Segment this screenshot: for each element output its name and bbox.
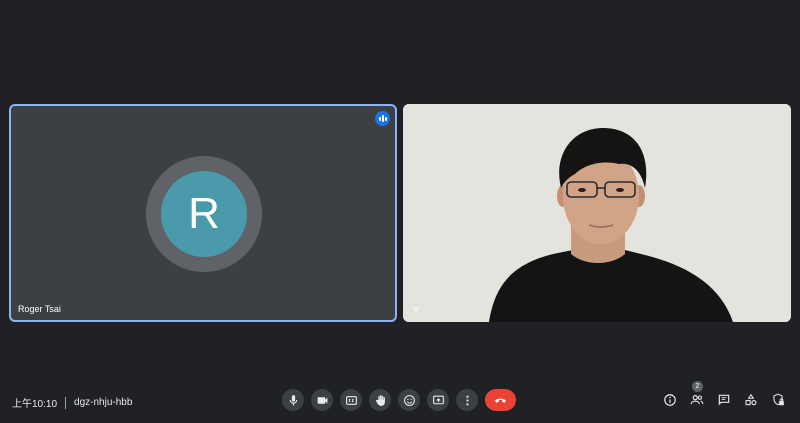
meeting-info: 上午10:10 dgz-nhju-hbb [12,395,132,410]
info-button[interactable] [661,391,679,409]
divider [65,396,67,409]
more-options-icon [465,395,469,405]
microphone-icon [289,394,297,405]
present-screen-icon [432,395,444,404]
more-options-button[interactable] [456,389,478,411]
participant-name: Roger Tsai [18,304,61,314]
meeting-time: 上午10:10 [12,399,58,410]
meeting-code: dgz-nhju-hbb [74,397,133,408]
avatar-ring: R [146,156,262,272]
emoji-icon [403,394,415,406]
avatar: R [161,171,247,257]
participant-tile-video[interactable] [403,104,791,322]
pin-icon[interactable] [411,306,421,316]
info-icon [664,394,676,406]
host-controls-icon [773,393,784,406]
activities-button[interactable] [742,391,760,409]
raise-hand-icon [375,394,385,406]
people-icon [690,395,704,405]
camera-icon [317,396,327,404]
chat-icon [718,394,730,406]
hang-up-button[interactable] [485,389,516,411]
people-count-badge: 2 [692,381,703,392]
raise-hand-button[interactable] [369,389,391,411]
chat-button[interactable] [715,391,733,409]
camera-button[interactable] [311,389,333,411]
people-button[interactable]: 2 [688,381,706,409]
captions-icon [345,395,357,405]
host-controls-button[interactable] [769,391,787,409]
participant-tile-roger[interactable]: R Roger Tsai [9,104,397,322]
emoji-button[interactable] [398,389,420,411]
speaking-indicator-icon [375,111,390,126]
captions-button[interactable] [340,389,362,411]
participant-video [403,104,791,322]
microphone-button[interactable] [282,389,304,411]
hang-up-icon [495,398,506,403]
present-screen-button[interactable] [427,389,449,411]
activities-icon [745,393,757,406]
side-panel-controls: 2 [661,381,787,409]
call-controls [282,389,516,411]
